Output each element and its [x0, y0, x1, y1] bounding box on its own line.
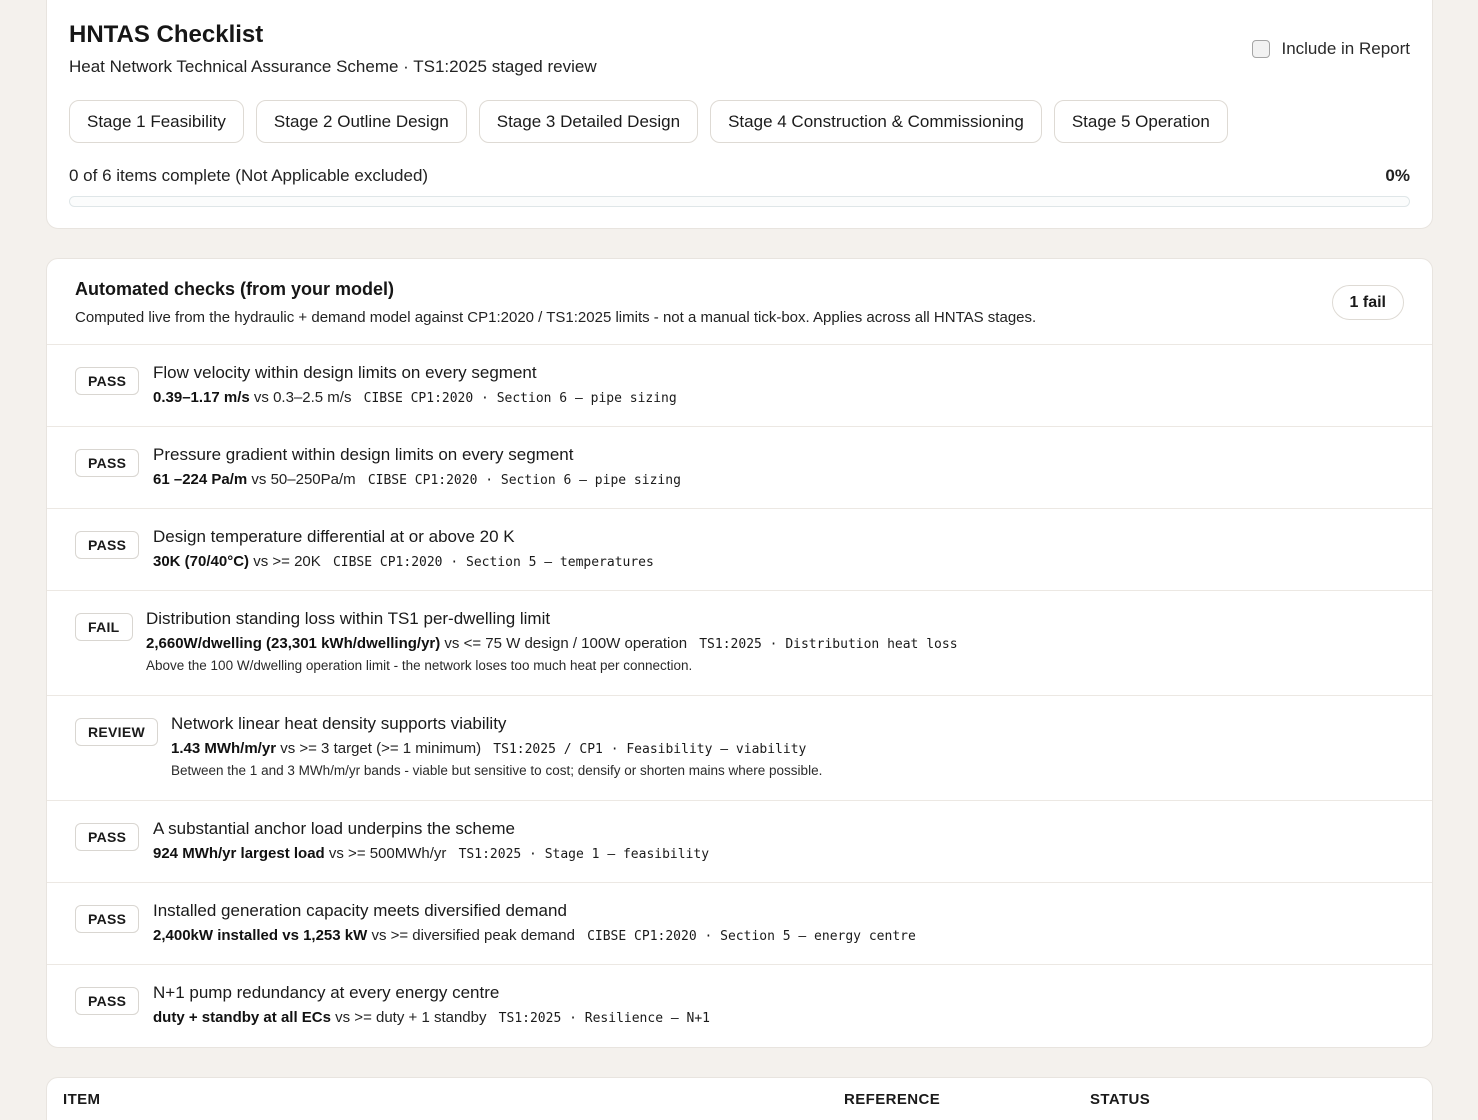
status-badge: PASS [75, 367, 140, 395]
progress-percent: 0% [1385, 166, 1410, 185]
check-row: PASS Pressure gradient within design lim… [47, 427, 1432, 509]
check-body: Design temperature differential at or ab… [153, 526, 654, 573]
check-body: Installed generation capacity meets dive… [153, 900, 916, 947]
fail-count-badge: 1 fail [1331, 285, 1404, 320]
check-limit: vs 50–250Pa/m [251, 471, 356, 488]
check-limit: vs <= 75 W design / 100W operation [444, 635, 688, 652]
hntas-checklist-card: HNTAS Checklist Heat Network Technical A… [46, 0, 1433, 229]
check-value: 30K (70/40°C) [153, 553, 250, 570]
check-limit: vs >= 20K [253, 553, 321, 570]
tab-stage-1[interactable]: Stage 1 Feasibility [69, 100, 244, 143]
checklist-subtitle: Heat Network Technical Assurance Scheme … [69, 57, 597, 76]
status-badge: PASS [75, 449, 140, 477]
check-reference: TS1:2025 · Stage 1 — feasibility [458, 847, 710, 862]
include-in-report-toggle[interactable]: Include in Report [1252, 39, 1410, 59]
check-body: N+1 pump redundancy at every energy cent… [153, 982, 710, 1029]
check-value: 2,660W/dwelling (23,301 kWh/dwelling/yr) [146, 635, 441, 652]
check-title: A substantial anchor load underpins the … [153, 819, 515, 838]
check-title: Pressure gradient within design limits o… [153, 445, 574, 464]
check-value: 924 MWh/yr largest load [153, 845, 325, 862]
column-header-item: ITEM [63, 1091, 101, 1108]
check-metric: 30K (70/40°C) vs >= 20K CIBSE CP1:2020 ·… [153, 552, 654, 573]
check-note: Between the 1 and 3 MWh/m/yr bands - via… [171, 763, 823, 778]
automated-checks-header: Automated checks (from your model) Compu… [47, 259, 1432, 345]
check-row: PASS A substantial anchor load underpins… [47, 801, 1432, 883]
check-reference: TS1:2025 · Resilience — N+1 [498, 1011, 710, 1026]
check-value: 2,400kW installed vs 1,253 kW [153, 927, 368, 944]
check-metric: 1.43 MWh/m/yr vs >= 3 target (>= 1 minim… [171, 739, 822, 760]
check-value: 61 –224 Pa/m [153, 471, 248, 488]
automated-checks-card: Automated checks (from your model) Compu… [46, 258, 1433, 1048]
check-reference: TS1:2025 / CP1 · Feasibility — viability [493, 742, 807, 757]
check-body: Flow velocity within design limits on ev… [153, 362, 677, 409]
check-limit: vs >= diversified peak demand [371, 927, 575, 944]
check-reference: TS1:2025 · Distribution heat loss [699, 637, 958, 652]
check-value: 0.39–1.17 m/s [153, 389, 250, 406]
automated-checks-title: Automated checks (from your model) [75, 279, 395, 299]
check-limit: vs 0.3–2.5 m/s [253, 389, 352, 406]
check-body: Network linear heat density supports via… [171, 713, 822, 778]
check-metric: duty + standby at all ECs vs >= duty + 1… [153, 1008, 710, 1029]
check-row: PASS Design temperature differential at … [47, 509, 1432, 591]
check-reference: CIBSE CP1:2020 · Section 5 — temperature… [332, 555, 654, 570]
column-header-status: STATUS [1090, 1091, 1151, 1108]
status-badge: PASS [75, 905, 140, 933]
check-row: PASS N+1 pump redundancy at every energy… [47, 965, 1432, 1047]
tab-stage-3[interactable]: Stage 3 Detailed Design [478, 100, 699, 143]
status-badge: REVIEW [75, 718, 159, 746]
check-note: Above the 100 W/dwelling operation limit… [146, 658, 693, 673]
check-limit: vs >= 3 target (>= 1 minimum) [280, 740, 482, 757]
check-title: Distribution standing loss within TS1 pe… [146, 609, 551, 628]
status-badge: PASS [75, 531, 140, 559]
check-body: Distribution standing loss within TS1 pe… [146, 608, 958, 673]
check-title: Flow velocity within design limits on ev… [153, 363, 537, 382]
status-badge: PASS [75, 987, 140, 1015]
check-title: N+1 pump redundancy at every energy cent… [153, 983, 500, 1002]
tab-stage-4[interactable]: Stage 4 Construction & Commissioning [710, 100, 1042, 143]
status-badge: FAIL [75, 613, 133, 641]
tab-stage-5[interactable]: Stage 5 Operation [1053, 100, 1228, 143]
check-body: A substantial anchor load underpins the … [153, 818, 709, 865]
progress-bar [69, 196, 1410, 207]
check-row: REVIEW Network linear heat density suppo… [47, 696, 1432, 801]
check-value: 1.43 MWh/m/yr [171, 740, 277, 757]
check-metric: 2,400kW installed vs 1,253 kW vs >= dive… [153, 926, 916, 947]
check-value: duty + standby at all ECs [153, 1009, 331, 1026]
checklist-table-card: ITEM REFERENCE STATUS [46, 1077, 1433, 1120]
check-body: Pressure gradient within design limits o… [153, 444, 681, 491]
column-header-reference: REFERENCE [844, 1091, 941, 1108]
include-in-report-label: Include in Report [1281, 39, 1410, 58]
include-in-report-checkbox[interactable] [1252, 40, 1271, 58]
check-row: PASS Installed generation capacity meets… [47, 883, 1432, 965]
check-title: Network linear heat density supports via… [171, 714, 507, 733]
status-badge: PASS [75, 823, 140, 851]
check-limit: vs >= 500MWh/yr [328, 845, 447, 862]
check-limit: vs >= duty + 1 standby [335, 1009, 487, 1026]
progress-text: 0 of 6 items complete (Not Applicable ex… [69, 166, 429, 185]
automated-checks-description: Computed live from the hydraulic + deman… [75, 309, 1037, 326]
check-metric: 2,660W/dwelling (23,301 kWh/dwelling/yr)… [146, 634, 958, 655]
check-title: Design temperature differential at or ab… [153, 527, 515, 546]
tab-stage-2[interactable]: Stage 2 Outline Design [255, 100, 467, 143]
check-title: Installed generation capacity meets dive… [153, 901, 567, 920]
check-reference: CIBSE CP1:2020 · Section 5 — energy cent… [587, 929, 916, 944]
check-row: PASS Flow velocity within design limits … [47, 345, 1432, 427]
check-metric: 61 –224 Pa/m vs 50–250Pa/m CIBSE CP1:202… [153, 470, 681, 491]
check-reference: CIBSE CP1:2020 · Section 6 — pipe sizing [363, 391, 677, 406]
check-metric: 0.39–1.17 m/s vs 0.3–2.5 m/s CIBSE CP1:2… [153, 388, 677, 409]
check-reference: CIBSE CP1:2020 · Section 6 — pipe sizing [367, 473, 681, 488]
check-row: FAIL Distribution standing loss within T… [47, 591, 1432, 696]
checklist-title: HNTAS Checklist [69, 21, 264, 48]
stage-tabs: Stage 1 Feasibility Stage 2 Outline Desi… [69, 100, 1228, 143]
check-metric: 924 MWh/yr largest load vs >= 500MWh/yr … [153, 844, 709, 865]
